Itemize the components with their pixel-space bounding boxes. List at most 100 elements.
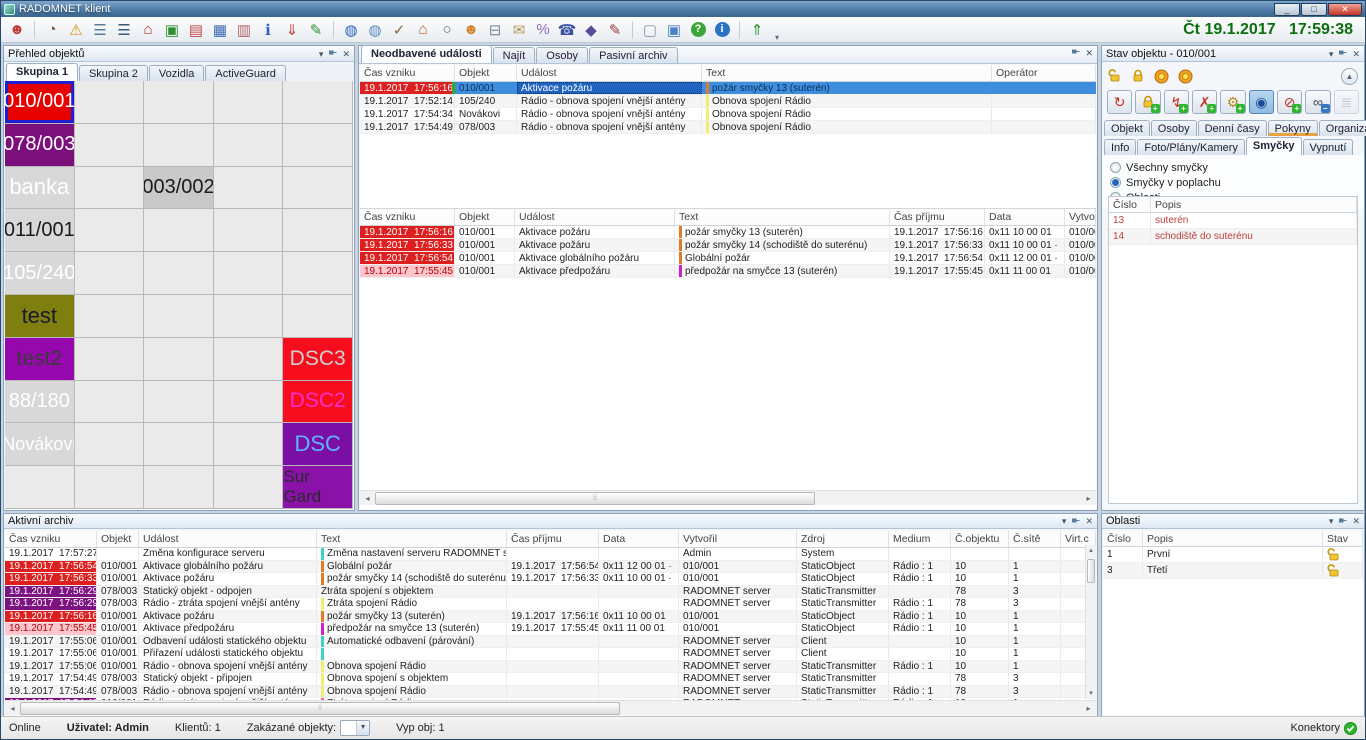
maximize-button[interactable]: □ xyxy=(1301,3,1327,16)
panel-menu-icon[interactable]: ▾ xyxy=(1062,516,1067,526)
horizontal-scrollbar[interactable]: ◂ ⁞⁞ ▸ xyxy=(360,490,1096,505)
horizontal-scrollbar[interactable]: ◂ ⁞⁞ ▸ xyxy=(5,700,1096,715)
grid-cell-003-002[interactable]: 003/002 xyxy=(144,167,214,210)
window-info-icon[interactable]: ▣ xyxy=(663,19,685,41)
tab-naj-t[interactable]: Najít xyxy=(493,47,536,63)
grid-cell-empty[interactable] xyxy=(214,466,284,509)
scroll-left-icon[interactable]: ◂ xyxy=(5,701,20,716)
column-header-čas-vzniku[interactable]: Čas vzniku xyxy=(360,65,455,81)
tab-info[interactable]: Info xyxy=(1104,139,1136,155)
table-row[interactable]: 19.1.2017 17:54:34NovákoviRádio - obnova… xyxy=(360,108,1096,121)
pin-icon[interactable] xyxy=(1338,517,1347,526)
grid-cell-dsc[interactable]: DSC xyxy=(283,423,353,466)
grid-cell-078-003[interactable]: 078/003 xyxy=(5,124,75,167)
chat-icon[interactable]: % xyxy=(532,19,554,41)
contacts-icon[interactable]: ☻ xyxy=(460,19,482,41)
lock-add-button[interactable]: + xyxy=(1135,90,1160,114)
pin-icon[interactable] xyxy=(1071,517,1080,526)
table-row[interactable]: 14schodiště do suterénu xyxy=(1109,229,1357,245)
document-import-icon[interactable]: ⇓ xyxy=(281,19,303,41)
tab-foto-pl-ny-kamery[interactable]: Foto/Plány/Kamery xyxy=(1137,139,1245,155)
column-header-č.sítě[interactable]: Č.sítě xyxy=(1009,531,1061,547)
grid-cell-dsc3[interactable]: DSC3 xyxy=(283,338,353,381)
mail-icon[interactable]: ✉ xyxy=(508,19,530,41)
block-add-button[interactable]: ⊘+ xyxy=(1277,90,1302,114)
column-header-číslo[interactable]: Číslo xyxy=(1103,531,1143,546)
table-row[interactable]: 19.1.2017 17:56:16010/001Aktivace požáru… xyxy=(360,82,1096,95)
column-header-text[interactable]: Text xyxy=(702,65,992,81)
column-header-popis[interactable]: Popis xyxy=(1151,197,1357,212)
grid-cell-empty[interactable] xyxy=(75,338,145,381)
balance-button[interactable]: ◉ xyxy=(1249,90,1274,114)
home-icon[interactable]: ⌂ xyxy=(137,19,159,41)
table-row[interactable]: 19.1.2017 17:55:06010/001Rádio - obnova … xyxy=(5,661,1096,674)
grid-cell-empty[interactable] xyxy=(144,124,214,167)
grid-cell-empty[interactable] xyxy=(75,295,145,338)
grid-cell-banka[interactable]: banka xyxy=(5,167,75,210)
grid-cell-empty[interactable] xyxy=(75,209,145,252)
close-panel-icon[interactable]: ✕ xyxy=(1085,516,1093,526)
table-row[interactable]: 13suterén xyxy=(1109,213,1357,229)
pin-icon[interactable] xyxy=(328,49,337,58)
scroll-left-icon[interactable]: ◂ xyxy=(360,491,375,506)
checklist-button[interactable]: ≣ xyxy=(1334,90,1359,114)
grid-cell-sur-gard[interactable]: Sur Gard xyxy=(283,466,353,509)
table-row[interactable]: 19.1.2017 17:54:49078/003Rádio - obnova … xyxy=(360,121,1096,134)
globe-alert-icon[interactable]: ◍ xyxy=(340,19,362,41)
document-edit-icon[interactable]: ✎ xyxy=(305,19,327,41)
grid-cell-empty[interactable] xyxy=(144,81,214,124)
column-header-vytvořil[interactable]: Vytvořil xyxy=(1065,209,1096,225)
grid-cell-empty[interactable] xyxy=(75,124,145,167)
package-icon[interactable]: ▢ xyxy=(639,19,661,41)
table-row[interactable]: 19.1.2017 17:54:49078/003Statický objekt… xyxy=(5,673,1096,686)
grid-cell-test[interactable]: test xyxy=(5,295,75,338)
document-warning-icon[interactable]: ⚠ xyxy=(65,19,87,41)
scrollbar-thumb[interactable]: ⁞⁞ xyxy=(375,492,815,505)
grid-cell-empty[interactable] xyxy=(75,466,145,509)
table-row[interactable]: 19.1.2017 17:56:29078/003Statický objekt… xyxy=(5,586,1096,599)
info-icon[interactable]: i xyxy=(711,19,733,41)
table-row[interactable]: 19.1.2017 17:54:49078/003Rádio - obnova … xyxy=(5,686,1096,699)
grid-cell-dsc2[interactable]: DSC2 xyxy=(283,381,353,424)
signature-icon[interactable]: ✎ xyxy=(604,19,626,41)
grid-cell-empty[interactable] xyxy=(144,466,214,509)
grid-cell-empty[interactable] xyxy=(75,167,145,210)
close-panel-icon[interactable]: ✕ xyxy=(1352,516,1360,526)
column-header-čas-vzniku[interactable]: Čas vzniku xyxy=(360,209,455,225)
database-icon[interactable]: ☰ xyxy=(113,19,135,41)
grid-cell-empty[interactable] xyxy=(144,252,214,295)
panel-menu-icon[interactable]: ▾ xyxy=(1329,49,1334,59)
table-row[interactable]: 19.1.2017 17:52:14105/240Rádio - obnova … xyxy=(360,95,1096,108)
grid-cell-empty[interactable] xyxy=(144,295,214,338)
grid-cell-empty[interactable] xyxy=(283,167,353,210)
table-row[interactable]: 19.1.2017 17:56:33010/001Aktivace požáru… xyxy=(5,573,1096,586)
network-globe-icon[interactable]: ◍ xyxy=(364,19,386,41)
grid-cell-nov-kovi[interactable]: Novákovi xyxy=(5,423,75,466)
tab-osoby[interactable]: Osoby xyxy=(1151,120,1197,136)
column-header-čas-příjmu[interactable]: Čas příjmu xyxy=(890,209,985,225)
table-row[interactable]: 1První xyxy=(1103,547,1363,563)
grid-cell-empty[interactable] xyxy=(144,423,214,466)
grid-cell-empty[interactable] xyxy=(75,381,145,424)
grid-cell-empty[interactable] xyxy=(75,252,145,295)
pin-icon[interactable] xyxy=(1338,49,1347,58)
toolbar-overflow-icon[interactable]: ▾ xyxy=(775,33,779,42)
close-panel-icon[interactable]: ✕ xyxy=(1085,48,1093,58)
grid-cell-empty[interactable] xyxy=(214,252,284,295)
user-logout-icon[interactable]: ☻ xyxy=(6,19,28,41)
tab-organizace[interactable]: Organizace xyxy=(1319,120,1366,136)
grid-cell-empty[interactable] xyxy=(214,167,284,210)
grid-cell-105-240[interactable]: 105/240 xyxy=(5,252,75,295)
table-row[interactable]: 19.1.2017 17:55:06010/001Odbavení událos… xyxy=(5,636,1096,649)
grid-cell-empty[interactable] xyxy=(144,209,214,252)
grid-cell-empty[interactable] xyxy=(283,209,353,252)
scroll-right-icon[interactable]: ▸ xyxy=(1081,701,1096,716)
tab-objekt[interactable]: Objekt xyxy=(1104,120,1150,136)
grid-cell-empty[interactable] xyxy=(214,381,284,424)
grid-cell-empty[interactable] xyxy=(283,295,353,338)
shield-edit-icon[interactable]: ◆ xyxy=(580,19,602,41)
tab-pasivn-archiv[interactable]: Pasivní archiv xyxy=(589,47,677,63)
table-row[interactable]: 19.1.2017 17:56:29078/003Rádio - ztráta … xyxy=(5,598,1096,611)
column-header-zdroj[interactable]: Zdroj xyxy=(797,531,889,547)
column-header-vytvořil[interactable]: Vytvořil xyxy=(679,531,797,547)
